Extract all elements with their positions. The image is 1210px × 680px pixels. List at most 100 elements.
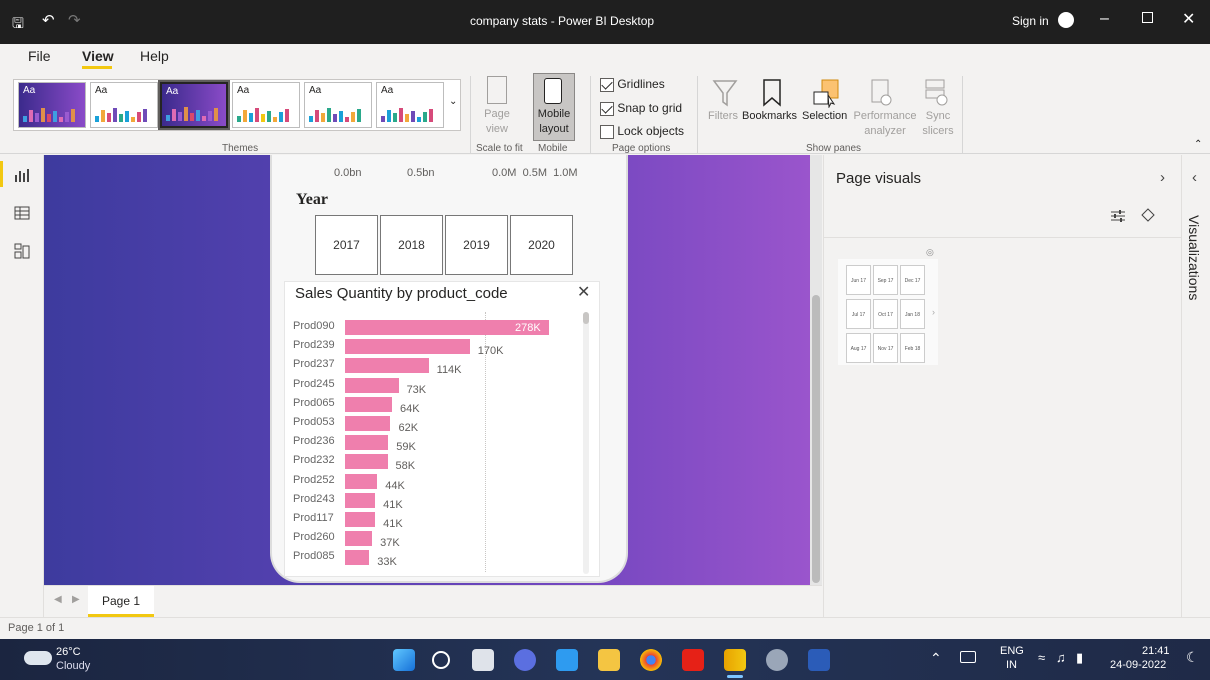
- bar[interactable]: [345, 377, 399, 393]
- data-view-icon[interactable]: [14, 205, 30, 221]
- mini-visual-thumbnail[interactable]: Jun 17 Sep 17 Dec 17 Jul 17 Oct 17 Jan 18 Aug …: [838, 259, 938, 365]
- sign-in-button[interactable]: Sign in: [1012, 14, 1049, 28]
- title-bar: 🖫 ↶ ↷ company stats - Power BI Desktop S…: [0, 0, 1210, 44]
- avatar[interactable]: [1058, 12, 1074, 28]
- theme-sample-bars: [309, 108, 361, 122]
- bar[interactable]: [345, 339, 470, 355]
- bar[interactable]: [345, 531, 373, 547]
- save-icon[interactable]: 🖫: [12, 13, 24, 37]
- sync-slicers-button[interactable]: Sync slicers: [920, 109, 956, 139]
- theme-sample-text: Aa: [166, 86, 179, 97]
- theme-option-4[interactable]: Aa: [232, 82, 300, 128]
- task-view-icon[interactable]: [472, 649, 494, 671]
- youtube-icon[interactable]: [682, 649, 704, 671]
- focus-assist-icon[interactable]: ☾: [1186, 649, 1199, 666]
- category-label: Prod117: [293, 512, 334, 524]
- bar[interactable]: [345, 550, 370, 566]
- bar[interactable]: [345, 416, 391, 431]
- battery-icon[interactable]: ▮: [1076, 650, 1083, 666]
- lock-objects-checkbox[interactable]: Lock objects: [600, 124, 684, 139]
- performance-button[interactable]: Performance analyzer: [852, 109, 918, 139]
- theme-sample-bars: [237, 108, 289, 122]
- language-region[interactable]: IN: [1006, 659, 1017, 671]
- mail-icon[interactable]: [556, 649, 578, 671]
- chevron-up-icon[interactable]: ⌃: [930, 650, 942, 667]
- eye-icon[interactable]: ◎: [926, 247, 934, 258]
- mini-cell: Feb 18: [900, 333, 925, 363]
- close-icon[interactable]: ✕: [1182, 9, 1195, 29]
- collapse-ribbon-icon[interactable]: ⌃: [1194, 139, 1202, 150]
- chevron-left-icon[interactable]: ‹: [1192, 169, 1197, 186]
- theme-option-1[interactable]: Aa: [18, 82, 86, 128]
- axis-tick: 0.0bn: [334, 167, 362, 179]
- windows-start-icon[interactable]: [393, 649, 415, 671]
- volume-icon[interactable]: ♫: [1056, 650, 1066, 665]
- next-page-icon[interactable]: ▶: [72, 594, 80, 605]
- settings-sliders-icon[interactable]: [1110, 209, 1126, 223]
- canvas-scrollbar[interactable]: [812, 295, 820, 583]
- mobile-group-label: Mobile: [538, 143, 568, 154]
- bar[interactable]: [345, 512, 376, 527]
- data-label: 58K: [395, 460, 416, 473]
- file-explorer-icon[interactable]: [598, 649, 620, 671]
- chrome-icon[interactable]: [640, 649, 662, 671]
- settings-icon[interactable]: [766, 649, 788, 671]
- power-bi-icon[interactable]: [724, 649, 746, 671]
- menu-file[interactable]: File: [28, 48, 51, 64]
- prev-page-icon[interactable]: ◀: [54, 594, 62, 605]
- visualizations-pane-collapsed[interactable]: ‹ Visualizations: [1181, 155, 1210, 617]
- bar[interactable]: [345, 492, 376, 508]
- theme-option-6[interactable]: Aa: [376, 82, 444, 128]
- mini-cell: Jul 17: [846, 299, 871, 329]
- menu-help[interactable]: Help: [140, 48, 169, 64]
- theme-option-3[interactable]: Aa: [158, 80, 230, 130]
- model-view-icon[interactable]: [14, 243, 30, 259]
- undo-icon[interactable]: ↶: [42, 11, 55, 29]
- cloud-icon[interactable]: [24, 651, 52, 665]
- restore-icon[interactable]: [1142, 12, 1153, 23]
- bar[interactable]: [345, 435, 389, 451]
- minimize-icon[interactable]: –: [1100, 10, 1109, 28]
- language-code[interactable]: ENG: [1000, 645, 1024, 657]
- chart-scrollbar[interactable]: [583, 312, 589, 574]
- wifi-icon[interactable]: ≈: [1038, 650, 1045, 665]
- bar[interactable]: [345, 473, 378, 489]
- pane-title: Page visuals: [836, 170, 922, 187]
- chevron-right-icon[interactable]: ›: [1160, 169, 1165, 186]
- divider: [470, 76, 471, 154]
- ribbon: File View Help Aa Aa Aa Aa Aa Aa ⌄ Themes Pag…: [0, 44, 1210, 154]
- bar[interactable]: [345, 454, 388, 470]
- page-view-button[interactable]: Page view: [480, 107, 514, 137]
- gridlines-checkbox[interactable]: Gridlines: [600, 77, 665, 92]
- clock-date[interactable]: 24-09-2022: [1110, 659, 1166, 671]
- report-view-icon[interactable]: [14, 167, 30, 183]
- filters-button[interactable]: Filters: [708, 109, 738, 124]
- year-slicer-2018[interactable]: 2018: [380, 215, 443, 275]
- bookmarks-button[interactable]: Bookmarks: [742, 109, 797, 124]
- snap-to-grid-checkbox[interactable]: Snap to grid: [600, 101, 682, 116]
- eraser-icon[interactable]: [1140, 207, 1156, 223]
- checkbox-checked-icon: [600, 101, 614, 116]
- weather-desc: Cloudy: [56, 660, 91, 672]
- theme-sample-bars: [95, 108, 147, 122]
- page-tab-label: Page 1: [102, 594, 141, 608]
- selection-button[interactable]: Selection: [802, 109, 847, 124]
- page-tab-1[interactable]: Page 1: [88, 586, 154, 617]
- themes-group-label: Themes: [222, 143, 259, 154]
- chevron-down-icon[interactable]: ⌄: [449, 96, 457, 107]
- bar[interactable]: [345, 358, 429, 374]
- theme-option-2[interactable]: Aa: [90, 82, 158, 128]
- year-slicer-2017[interactable]: 2017: [315, 215, 378, 275]
- clock-time[interactable]: 21:41: [1142, 645, 1170, 657]
- close-icon[interactable]: ✕: [577, 282, 590, 302]
- menu-view[interactable]: View: [82, 48, 114, 64]
- keyboard-icon[interactable]: [960, 651, 976, 663]
- word-icon[interactable]: [808, 649, 830, 671]
- theme-option-5[interactable]: Aa: [304, 82, 372, 128]
- bar[interactable]: [345, 396, 392, 412]
- search-icon[interactable]: [432, 651, 450, 669]
- year-slicer-2019[interactable]: 2019: [445, 215, 508, 275]
- bar-chart-visual[interactable]: Sales Quantity by product_code ✕ Prod090…: [284, 281, 600, 577]
- year-slicer-2020[interactable]: 2020: [510, 215, 573, 275]
- teams-chat-icon[interactable]: [514, 649, 536, 671]
